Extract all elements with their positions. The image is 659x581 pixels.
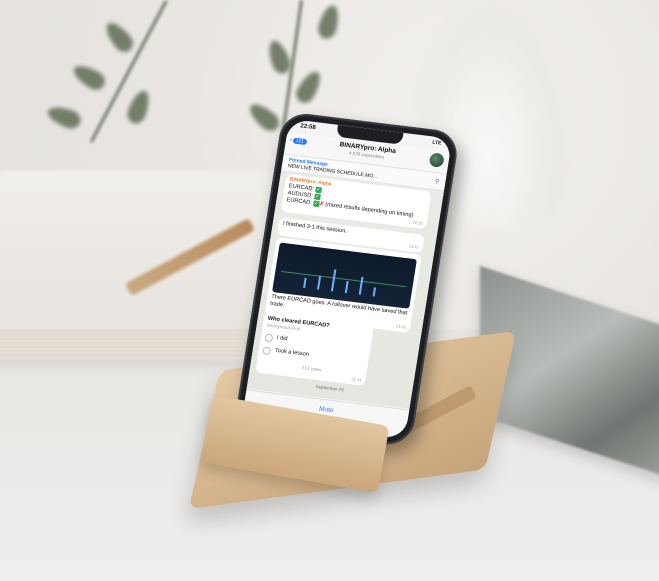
chart-bar (344, 280, 349, 294)
plant-stem (89, 0, 168, 143)
chart-bar (372, 287, 377, 297)
chart-bar (317, 275, 322, 290)
status-time: 22:58 (299, 123, 317, 132)
chart-line (281, 270, 407, 288)
plant-leaf (124, 87, 154, 127)
poll-option-label: I did (276, 335, 288, 343)
radio-button[interactable] (262, 345, 272, 355)
status-icons: LTE (431, 139, 442, 147)
plant-leaf (44, 102, 84, 132)
check-mark-icon: ✓ (313, 193, 321, 201)
chart-bar (330, 269, 337, 292)
plant-leaf (315, 3, 343, 41)
plant-leaf (245, 99, 283, 135)
photo-scene: 22:58 LTE ‹ 111 BINARYpro: Alpha 4 028 su… (0, 0, 659, 581)
plant-leaf (292, 67, 326, 107)
message-list: BINARYpro: Alpha EURCAD: ✓ AUDUSD: ✓ EUR… (246, 171, 444, 409)
poll-option-label: Took a lesson (274, 347, 310, 359)
plant-leaf (101, 18, 137, 56)
chart-bar (303, 277, 307, 288)
plant-leaf (69, 60, 109, 94)
pin-icon[interactable]: ⚲ (434, 178, 439, 185)
poll-bubble: Who cleared EURCAD? Anonymous Poll I did… (255, 312, 375, 387)
check-mark-icon: ✓ (314, 186, 322, 194)
chart-bar (358, 276, 364, 295)
radio-button[interactable] (264, 333, 274, 343)
cross-mark-icon: ✗ (318, 201, 325, 208)
